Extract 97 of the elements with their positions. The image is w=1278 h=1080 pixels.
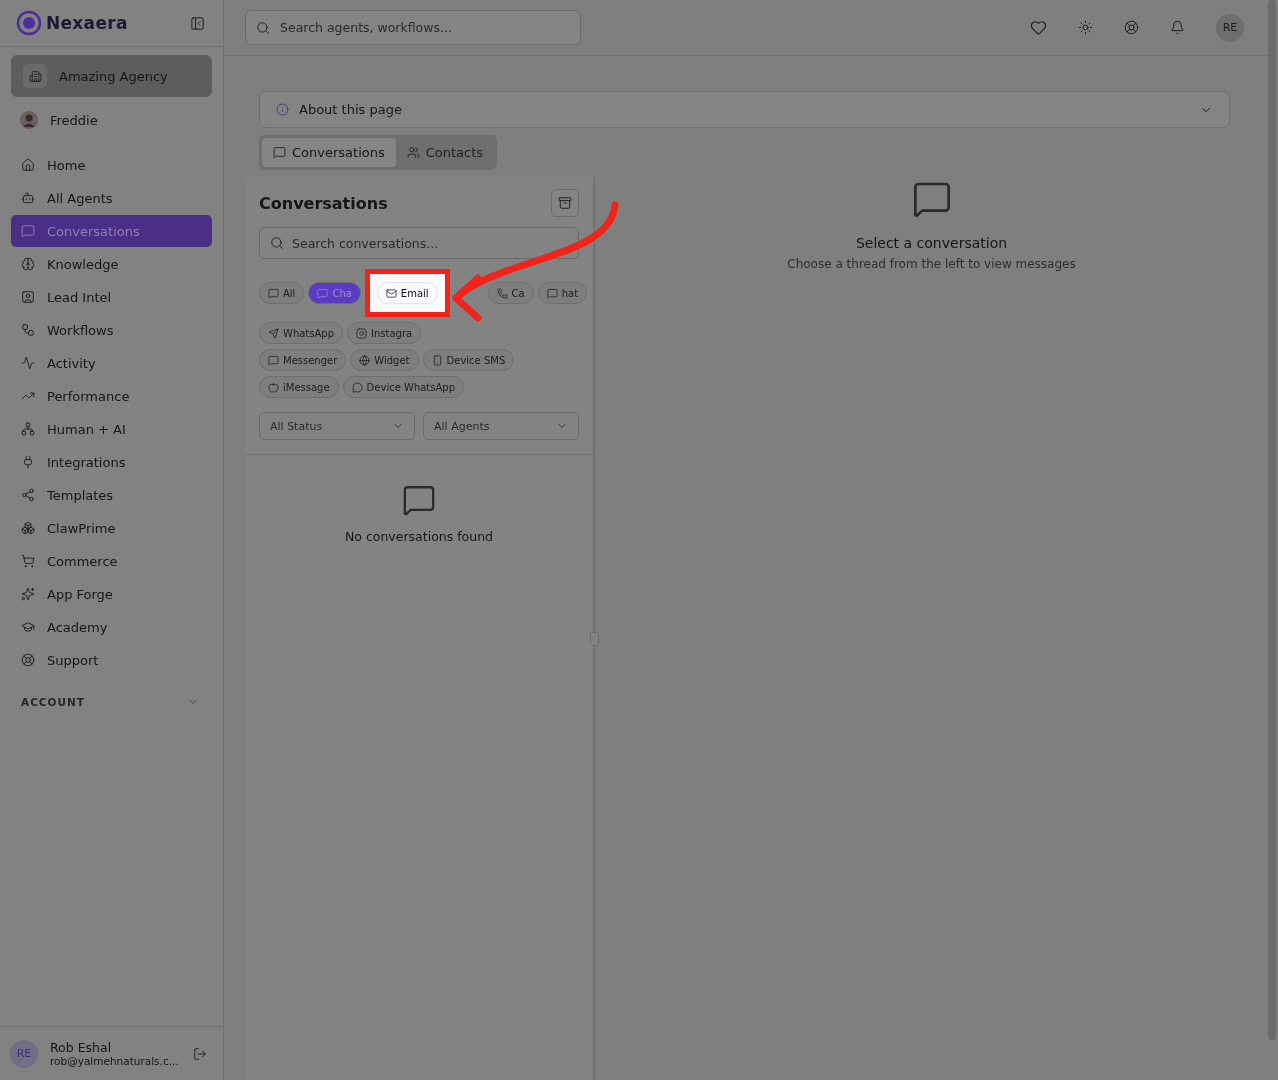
sidebar-toggle-icon: [190, 15, 205, 31]
favorites-button[interactable]: [1030, 19, 1047, 36]
channel-icon: [268, 381, 279, 393]
archive-button[interactable]: [551, 189, 579, 217]
nav-item[interactable]: Lead Intel: [11, 281, 212, 313]
empty-subtitle: Choose a thread from the left to view messages: [787, 257, 1076, 271]
nav-item[interactable]: All Agents: [11, 182, 212, 214]
nav-item[interactable]: Conversations: [11, 215, 212, 247]
nav-item[interactable]: Templates: [11, 479, 212, 511]
nav-item[interactable]: Human + AI: [11, 413, 212, 445]
building-icon: [28, 69, 42, 83]
nav-item[interactable]: ClawPrime: [11, 512, 212, 544]
channel-icon: [351, 381, 363, 393]
users-icon: [406, 146, 420, 159]
nav-item[interactable]: App Forge: [11, 578, 212, 610]
empty-title: Select a conversation: [855, 235, 1008, 251]
filter-chip[interactable]: All: [259, 282, 305, 304]
channel-icon: [385, 287, 397, 299]
brand-name: Nexaera: [46, 13, 128, 33]
nav-item[interactable]: Commerce: [11, 545, 212, 577]
nav-icon: [21, 356, 35, 370]
help-button[interactable]: [1124, 20, 1139, 35]
channel-icon: [268, 287, 279, 299]
nav-icon: [21, 158, 35, 172]
filter-chip[interactable]: Widget: [350, 349, 419, 371]
filter-chip[interactable]: Messenger: [259, 349, 347, 371]
account-avatar[interactable]: RE: [1216, 13, 1244, 42]
about-page-accordion[interactable]: About this page: [259, 91, 1230, 128]
channel-icon: [317, 287, 329, 299]
sun-icon: [1078, 20, 1093, 35]
nav-item[interactable]: Activity: [11, 347, 212, 379]
logo-icon: [16, 10, 42, 36]
nav-item[interactable]: Integrations: [11, 446, 212, 478]
user-name: Rob Eshal: [50, 1040, 113, 1055]
filter-select[interactable]: All Status: [259, 412, 415, 440]
channel-icon: [431, 354, 443, 366]
nav-item[interactable]: Support: [11, 644, 212, 676]
filter-chip[interactable]: iMessage: [259, 376, 339, 398]
chat-icon: [402, 483, 436, 517]
info-icon: [276, 103, 289, 116]
search-icon: [256, 20, 270, 35]
filter-chip[interactable]: Cha: [308, 282, 361, 304]
nav-item[interactable]: Knowledge: [11, 248, 212, 280]
nav-icon: [21, 554, 35, 568]
user-avatar: RE: [10, 1039, 38, 1068]
filter-chip[interactable]: WhatsApp: [259, 322, 344, 344]
channel-icon: [356, 327, 368, 339]
bell-icon: [1170, 20, 1185, 35]
search-icon: [270, 236, 284, 250]
lifebuoy-icon: [1124, 20, 1139, 35]
profile-avatar: [20, 111, 38, 129]
channel-icon: [268, 354, 279, 366]
chat-icon: [273, 146, 286, 159]
nav-icon: [21, 290, 35, 304]
nav-icon: [21, 323, 35, 337]
filter-chip[interactable]: Email: [376, 282, 438, 304]
nav-icon: [21, 620, 35, 634]
nav-icon: [21, 224, 35, 238]
nav-icon: [21, 455, 35, 469]
channel-icon: [359, 354, 371, 366]
search-field[interactable]: Search agents, workflows...: [245, 10, 581, 45]
channel-icon: [496, 287, 508, 299]
notifications-button[interactable]: [1170, 20, 1185, 35]
tab[interactable]: Conversations: [262, 138, 396, 167]
nav-item[interactable]: Academy: [11, 611, 212, 643]
workspace-switcher[interactable]: Amazing Agency: [11, 55, 212, 97]
theme-button[interactable]: [1078, 20, 1093, 35]
channel-icon: [268, 327, 279, 339]
filter-chip[interactable]: Device SMS: [422, 349, 515, 371]
filter-chip[interactable]: hat: [537, 282, 588, 304]
nav-icon: [21, 257, 35, 271]
collapse-sidebar-button[interactable]: [190, 15, 205, 31]
nav-icon: [21, 191, 35, 205]
nav-item[interactable]: Performance: [11, 380, 212, 412]
filter-chip[interactable]: Ca: [487, 282, 534, 304]
archive-icon: [558, 196, 572, 210]
nav-item[interactable]: Home: [11, 149, 212, 181]
nav-icon: [21, 488, 35, 502]
filter-chip[interactable]: Instagra: [347, 322, 422, 344]
account-section-header[interactable]: ACCOUNT: [0, 676, 223, 708]
nav-icon: [21, 422, 35, 436]
nav-icon: [21, 653, 35, 667]
conversation-search-field[interactable]: Search conversations...: [259, 227, 579, 259]
channel-icon: [546, 287, 558, 299]
user-email: rob@yalmehnaturals.c...: [50, 1055, 180, 1067]
logout-button[interactable]: [193, 1046, 207, 1061]
nav-item[interactable]: Workflows: [11, 314, 212, 346]
nav-icon: [21, 521, 35, 535]
heart-icon: [1030, 19, 1047, 36]
empty-message: No conversations found: [344, 529, 494, 544]
profile-name: Freddie: [50, 112, 98, 128]
nav-icon: [21, 587, 35, 601]
panel-title: Conversations: [259, 193, 388, 213]
filter-chip[interactable]: Device WhatsApp: [342, 376, 464, 398]
logout-icon: [193, 1046, 207, 1061]
filter-select[interactable]: All Agents: [423, 412, 579, 440]
tab[interactable]: Contacts: [395, 138, 495, 167]
